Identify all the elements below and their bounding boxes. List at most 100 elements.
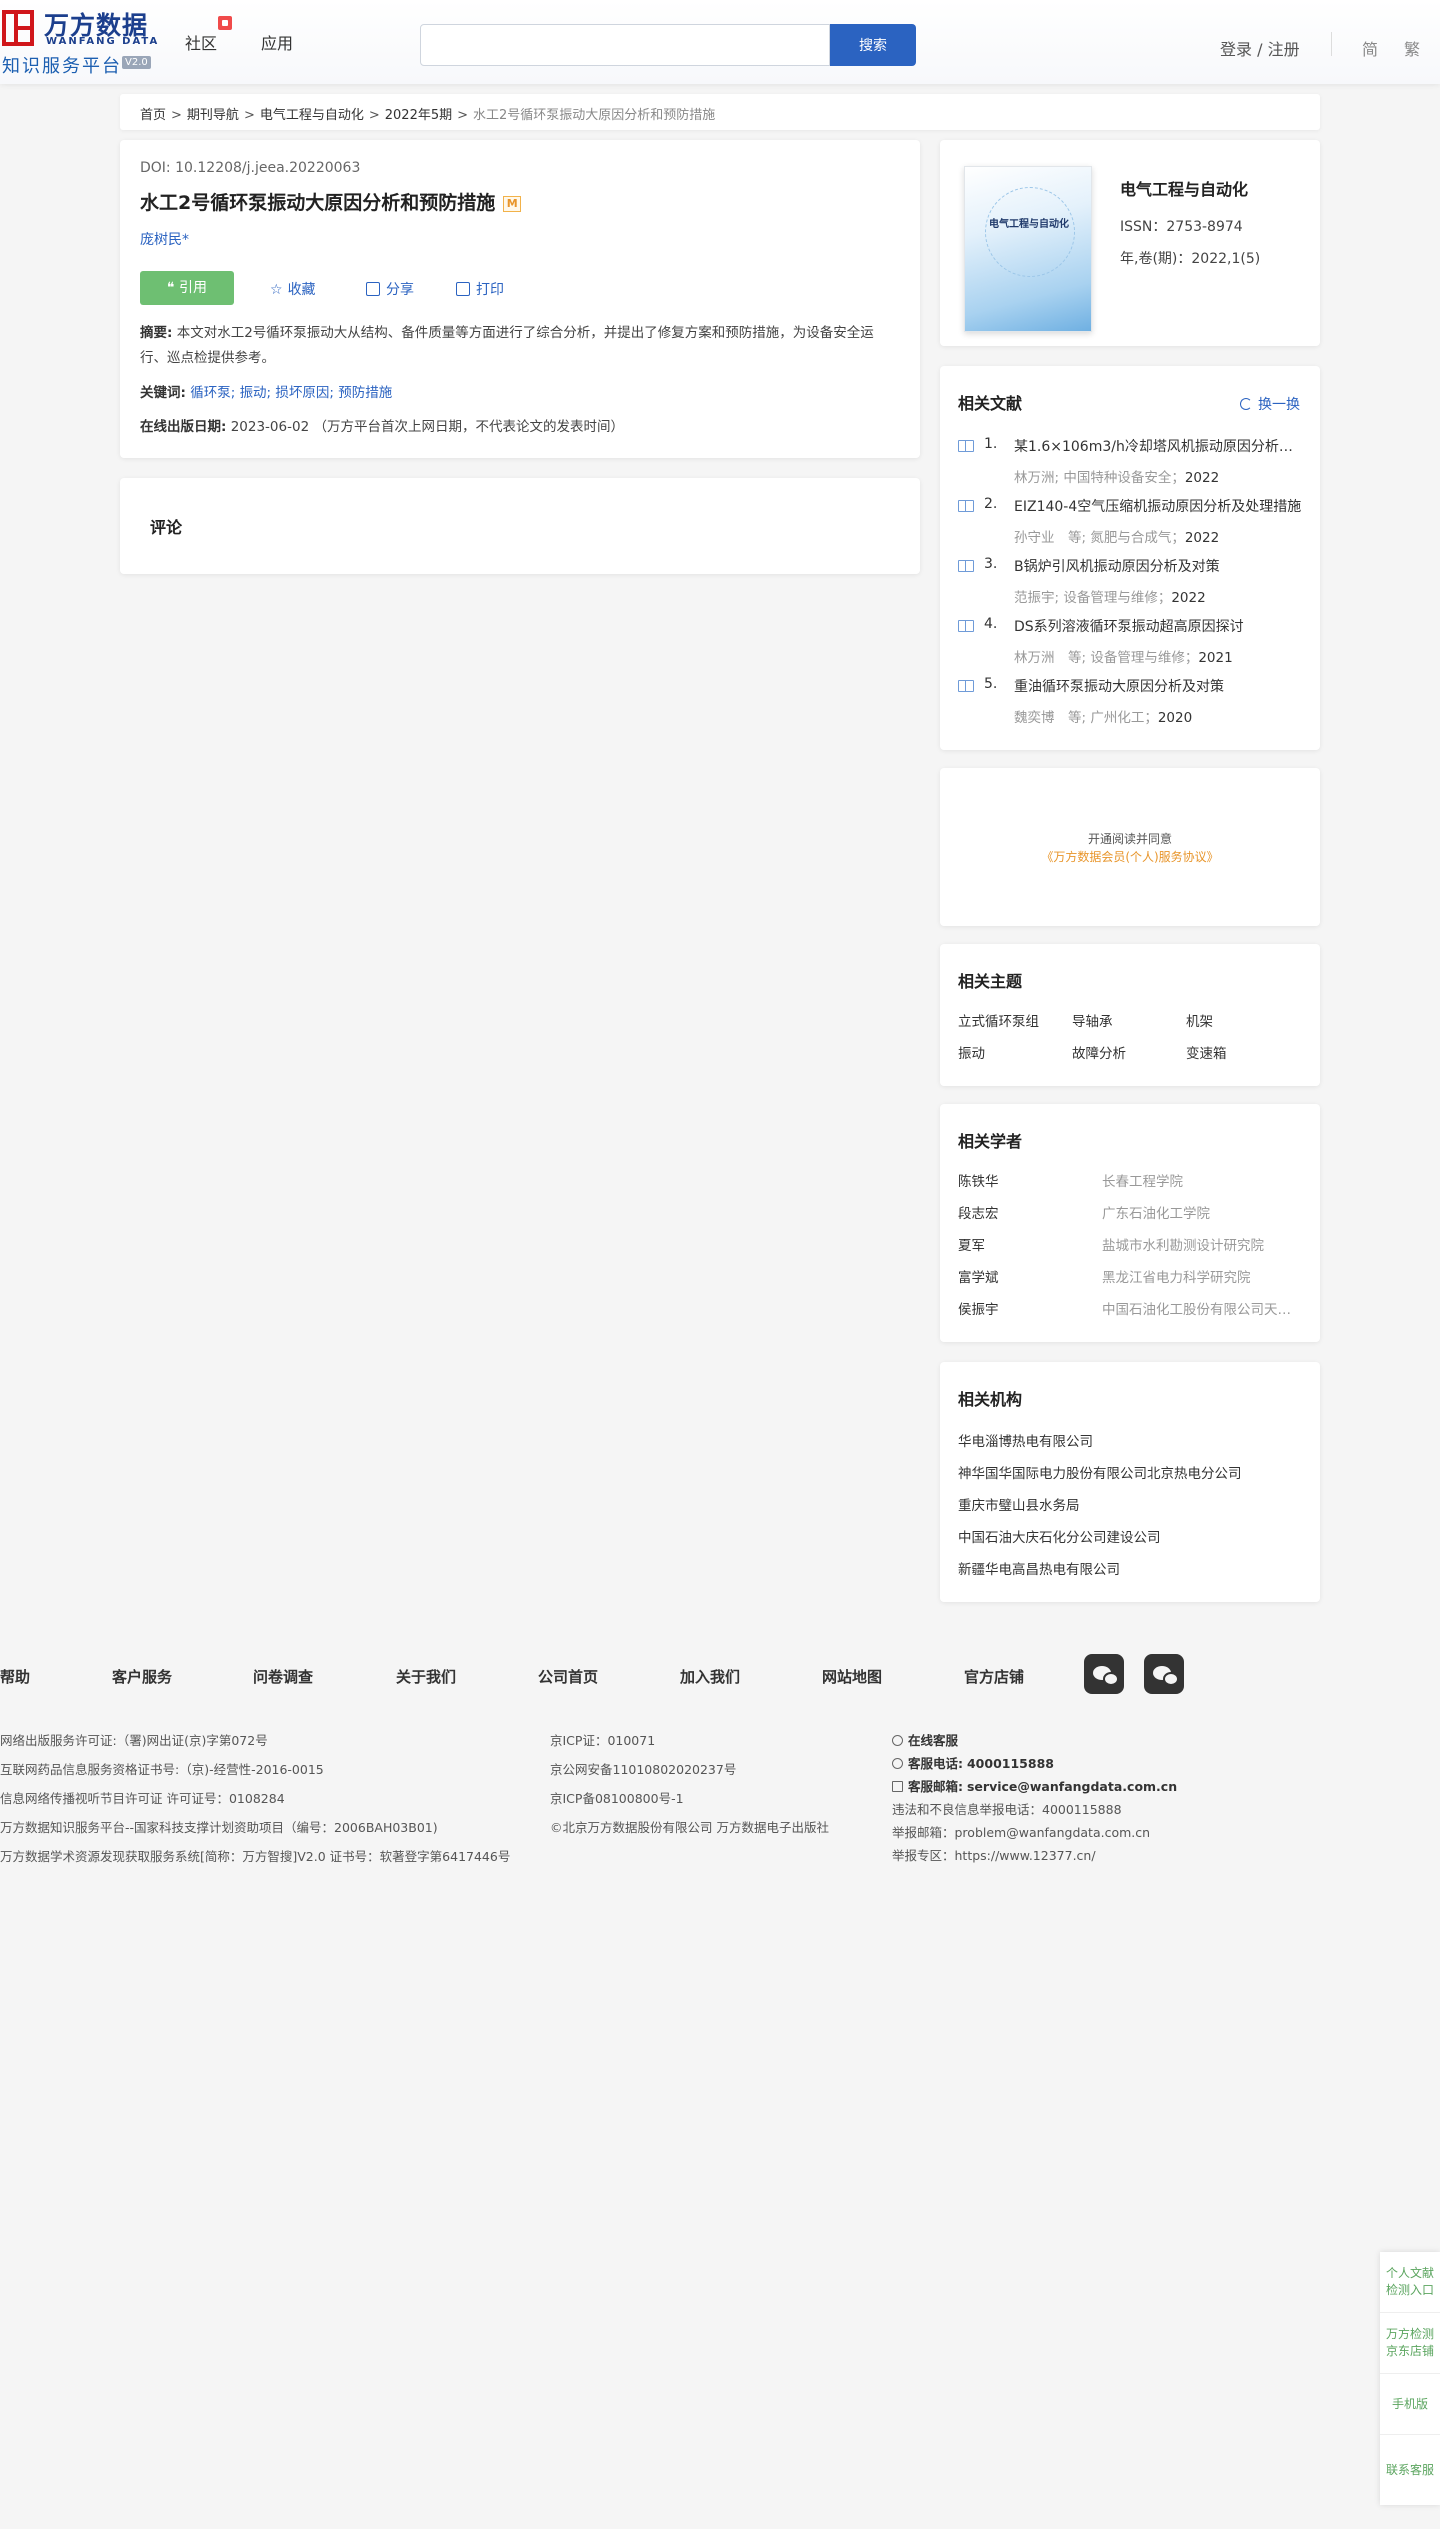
- footer-homepage[interactable]: 公司首页: [538, 1666, 598, 1687]
- breadcrumb-current: 水工2号循环泵振动大原因分析和预防措施: [473, 108, 716, 123]
- wanfang-logo-icon: [2, 10, 34, 46]
- cite-label: 引用: [178, 280, 207, 296]
- side-plagiarism-check[interactable]: 个人文献检测入口: [1380, 2252, 1440, 2313]
- side-mobile[interactable]: 手机版: [1380, 2374, 1440, 2435]
- notice-text: 开通阅读并同意: [1087, 832, 1172, 846]
- nav-community[interactable]: 社区: [185, 30, 217, 54]
- footer-join[interactable]: 加入我们: [680, 1666, 740, 1687]
- breadcrumb-sep: >: [368, 108, 380, 123]
- login-register-link[interactable]: 登录 / 注册: [1220, 36, 1300, 60]
- cite-button[interactable]: ❝ 引用: [140, 271, 234, 305]
- search-button[interactable]: 搜索: [830, 24, 916, 66]
- scholar-name[interactable]: 夏军: [958, 1234, 985, 1254]
- doi-link[interactable]: 10.12208/j.jeea.20220063: [175, 160, 360, 176]
- pub-date-value: 2023-06-02: [230, 419, 310, 435]
- logo-text-en: WANFANG DATA: [46, 36, 160, 47]
- footer-icp: 京ICP证：010071: [550, 1733, 656, 1748]
- favorite-button[interactable]: ☆ 收藏: [270, 279, 316, 299]
- org-link[interactable]: 重庆市璧山县水务局: [958, 1494, 1080, 1514]
- breadcrumb-issue[interactable]: 2022年5期: [385, 108, 452, 123]
- scholar-name[interactable]: 段志宏: [958, 1202, 999, 1222]
- org-link[interactable]: 华电淄博热电有限公司: [958, 1430, 1093, 1450]
- refresh-button[interactable]: 换一换: [1240, 394, 1300, 414]
- scholar-name[interactable]: 富学斌: [958, 1266, 999, 1286]
- org-link[interactable]: 新疆华电高昌热电有限公司: [958, 1558, 1120, 1578]
- related-doc-title[interactable]: DS系列溶液循环泵振动超高原因探讨: [1014, 616, 1304, 636]
- journal-cover[interactable]: 电气工程与自动化: [964, 166, 1092, 332]
- online-service-link[interactable]: 在线客服: [892, 1730, 958, 1749]
- weibo-icon[interactable]: [1084, 1654, 1124, 1694]
- share-button[interactable]: 分享: [366, 279, 414, 299]
- pub-date-label: 在线出版日期:: [140, 419, 227, 435]
- side-contact-service[interactable]: 联系客服: [1380, 2435, 1440, 2505]
- service-agreement-link[interactable]: 《万方数据会员(个人)服务协议》: [1041, 850, 1218, 864]
- org-link[interactable]: 神华国华国际电力股份有限公司北京热电分公司: [958, 1462, 1242, 1482]
- star-icon: ☆: [270, 282, 283, 298]
- doi-label: DOI:: [140, 160, 171, 176]
- footer-license: 互联网药品信息服务资格证书号:（京)-经营性-2016-0015: [0, 1762, 324, 1777]
- scholar-org: 广东石油化工学院: [1102, 1206, 1210, 1222]
- pub-date: 在线出版日期: 2023-06-02 （万方平台首次上网日期，不代表论文的发表时…: [140, 415, 900, 435]
- journal-name[interactable]: 电气工程与自动化: [1120, 176, 1248, 200]
- nav-apps[interactable]: 应用: [261, 30, 293, 54]
- footer-survey[interactable]: 问卷调查: [253, 1666, 313, 1687]
- breadcrumb-journal[interactable]: 电气工程与自动化: [260, 108, 364, 123]
- lang-simplified[interactable]: 简: [1362, 36, 1378, 60]
- footer-official-store[interactable]: 官方店铺: [964, 1666, 1024, 1687]
- search-input[interactable]: [420, 24, 830, 66]
- keyword-link[interactable]: 损坏原因;: [275, 385, 334, 401]
- footer-about[interactable]: 关于我们: [396, 1666, 456, 1687]
- topic-link[interactable]: 立式循环泵组: [958, 1010, 1039, 1030]
- breadcrumb-journal-nav[interactable]: 期刊导航: [187, 108, 239, 123]
- footer-sitemap[interactable]: 网站地图: [822, 1666, 882, 1687]
- breadcrumb-home[interactable]: 首页: [140, 108, 166, 123]
- scholar-org: 黑龙江省电力科学研究院: [1102, 1270, 1251, 1286]
- print-button[interactable]: 打印: [456, 279, 504, 299]
- scholar-name[interactable]: 侯振宇: [958, 1298, 999, 1318]
- topic-link[interactable]: 导轴承: [1072, 1010, 1113, 1030]
- footer-icp: 京ICP备08100800号-1: [550, 1791, 684, 1806]
- email-label: 客服邮箱:: [908, 1779, 963, 1794]
- related-doc-title[interactable]: B锅炉引风机振动原因分析及对策: [1014, 556, 1304, 576]
- membership-notice-card: 开通阅读并同意 《万方数据会员(个人)服务协议》: [940, 768, 1320, 926]
- related-doc-title[interactable]: 重油循环泵振动大原因分析及对策: [1014, 676, 1304, 696]
- breadcrumb-sep: >: [457, 108, 469, 123]
- quote-icon: ❝: [167, 280, 179, 296]
- keyword-link[interactable]: 循环泵;: [190, 385, 235, 401]
- related-scholars-card: 相关学者 陈铁华 长春工程学院 段志宏 广东石油化工学院 夏军 盐城市水利勘测设…: [940, 1104, 1320, 1342]
- wanfang-logo[interactable]: 万方数据 WANFANG DATA 知识服务平台 V2.0: [0, 6, 160, 77]
- footer-customer-service[interactable]: 客户服务: [112, 1666, 172, 1687]
- article-actions: ❝ 引用 ☆ 收藏 分享 打印: [140, 271, 900, 305]
- related-doc-title[interactable]: 某1.6×106m3/h冷却塔风机振动原因分析及处理: [1014, 436, 1304, 456]
- abstract-text: 本文对水工2号循环泵振动大从结构、备件质量等方面进行了综合分析，并提出了修复方案…: [140, 325, 874, 366]
- footer-email: 客服邮箱: service@wanfangdata.com.cn: [892, 1776, 1177, 1795]
- doi-line: DOI: 10.12208/j.jeea.20220063: [140, 160, 900, 176]
- online-service-label: 在线客服: [908, 1733, 959, 1748]
- scholar-name[interactable]: 陈铁华: [958, 1170, 999, 1190]
- side-jd-store[interactable]: 万方检测京东店铺: [1380, 2313, 1440, 2374]
- related-orgs-title: 相关机构: [958, 1390, 1023, 1409]
- wechat-icon[interactable]: [1144, 1654, 1184, 1694]
- book-icon: [958, 500, 974, 512]
- keywords-label: 关键词:: [140, 385, 186, 401]
- keyword-link[interactable]: 振动;: [240, 385, 272, 401]
- related-scholars-title: 相关学者: [958, 1132, 1023, 1151]
- cover-title: 电气工程与自动化: [989, 219, 1069, 230]
- author-link[interactable]: 庞树民*: [140, 229, 900, 249]
- phone-label: 客服电话:: [908, 1756, 963, 1771]
- related-doc-title[interactable]: EIZ140-4空气压缩机振动原因分析及处理措施: [1014, 496, 1304, 516]
- topic-link[interactable]: 振动: [958, 1042, 985, 1062]
- comment-title: 评论: [150, 518, 183, 537]
- topic-link[interactable]: 机架: [1186, 1010, 1213, 1030]
- org-link[interactable]: 中国石油大庆石化分公司建设公司: [958, 1526, 1161, 1546]
- related-doc-source: 林万洲 等; 设备管理与维修；: [1014, 650, 1199, 666]
- footer-help[interactable]: 帮助: [0, 1666, 30, 1687]
- abstract: 摘要: 本文对水工2号循环泵振动大从结构、备件质量等方面进行了综合分析，并提出了…: [140, 321, 900, 371]
- lang-traditional[interactable]: 繁: [1404, 36, 1420, 60]
- topic-link[interactable]: 故障分析: [1072, 1042, 1126, 1062]
- headset-icon: [892, 1735, 903, 1746]
- related-doc-source: 魏奕博 等; 广州化工；: [1014, 710, 1158, 726]
- keyword-link[interactable]: 预防措施: [338, 385, 392, 401]
- topic-link[interactable]: 变速箱: [1186, 1042, 1227, 1062]
- related-doc-year: 2021: [1198, 650, 1233, 666]
